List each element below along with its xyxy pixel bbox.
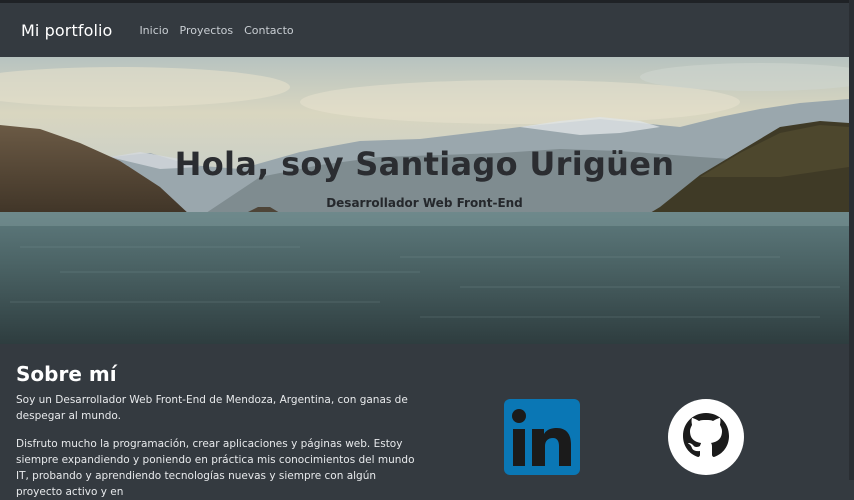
about-section: Sobre mí Soy un Desarrollador Web Front-… xyxy=(16,362,416,500)
navbar: Mi portfolio Inicio Proyectos Contacto xyxy=(0,3,849,57)
nav-links: Inicio Proyectos Contacto xyxy=(139,24,293,37)
linkedin-icon xyxy=(512,409,571,466)
about-heading: Sobre mí xyxy=(16,362,117,386)
github-link[interactable] xyxy=(668,399,744,475)
nav-link-contacto[interactable]: Contacto xyxy=(244,24,294,37)
hero-section: Hola, soy Santiago Urigüen Desarrollador… xyxy=(0,57,849,344)
nav-link-proyectos[interactable]: Proyectos xyxy=(180,24,234,37)
hero-subtitle: Desarrollador Web Front-End xyxy=(326,196,523,210)
about-paragraph-2: Disfruto mucho la programación, crear ap… xyxy=(16,438,415,498)
github-icon xyxy=(683,413,729,457)
window-right-border xyxy=(849,0,854,480)
hero-title: Hola, soy Santiago Urigüen xyxy=(174,145,675,183)
brand-link[interactable]: Mi portfolio xyxy=(21,21,112,40)
nav-link-inicio[interactable]: Inicio xyxy=(139,24,168,37)
about-paragraph-1: Soy un Desarrollador Web Front-End de Me… xyxy=(16,394,408,422)
linkedin-link[interactable] xyxy=(504,399,580,475)
